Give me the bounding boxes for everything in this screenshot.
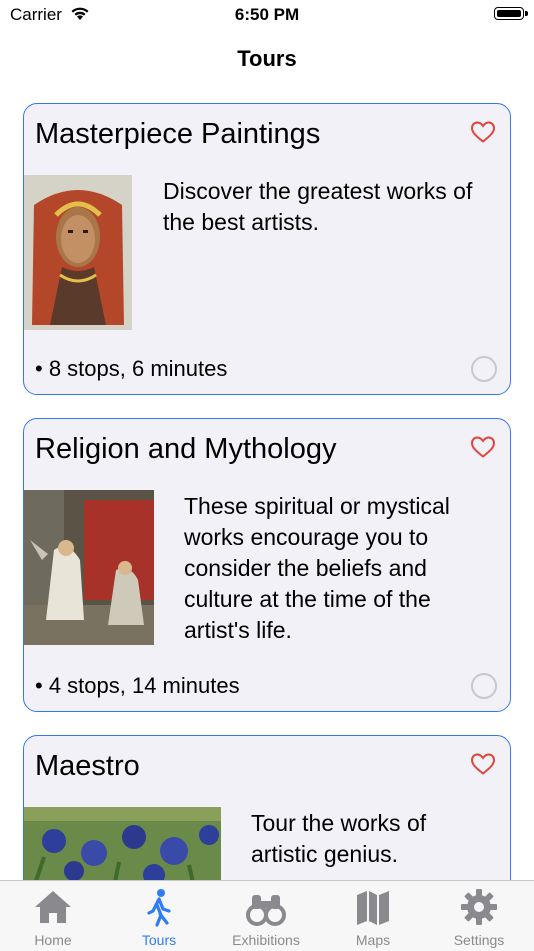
- walking-person-icon: [147, 889, 171, 927]
- tab-label: Maps: [355, 932, 391, 948]
- tour-card-masterpiece-paintings[interactable]: Masterpiece Paintings Discover the great…: [23, 103, 511, 395]
- tour-card-religion-and-mythology[interactable]: Religion and Mythology These spiritual o…: [23, 418, 511, 712]
- binoculars-icon: [246, 895, 286, 926]
- clock: 6:50 PM: [234, 5, 300, 24]
- tour-description: Tour the works of artistic genius.: [251, 810, 427, 867]
- status-bar: Carrier 6:50 PM: [0, 0, 534, 32]
- heart-outline-icon[interactable]: [470, 120, 496, 144]
- tab-label: Tours: [141, 932, 177, 948]
- tour-title: Religion and Mythology: [35, 433, 337, 465]
- tour-description: Discover the greatest works of the best …: [163, 178, 473, 235]
- tour-description: These spiritual or mystical works encour…: [184, 493, 450, 643]
- tour-meta: • 4 stops, 14 minutes: [35, 673, 240, 698]
- tab-label: Exhibitions: [232, 932, 300, 948]
- tour-title: Maestro: [35, 750, 140, 782]
- map-icon: [357, 891, 389, 925]
- tour-thumbnail: [24, 175, 132, 330]
- heart-outline-icon[interactable]: [470, 752, 496, 776]
- tab-tours[interactable]: Tours: [106, 881, 212, 951]
- page-title: Tours: [237, 46, 297, 71]
- tab-bar: Home Tours Exhibitions Maps Settings: [0, 880, 534, 951]
- tab-home[interactable]: Home: [0, 881, 106, 951]
- house-icon: [35, 891, 71, 923]
- tab-exhibitions[interactable]: Exhibitions: [213, 881, 319, 951]
- tab-label: Settings: [453, 932, 505, 948]
- tour-title: Masterpiece Paintings: [35, 118, 321, 150]
- tour-thumbnail: [24, 807, 221, 887]
- completion-radio[interactable]: [471, 356, 497, 382]
- gear-icon: [461, 889, 497, 925]
- tab-label: Home: [34, 932, 72, 948]
- battery-icon: [494, 7, 528, 20]
- tour-thumbnail: [24, 490, 154, 645]
- heart-outline-icon[interactable]: [470, 435, 496, 459]
- completion-radio[interactable]: [471, 673, 497, 699]
- tab-settings[interactable]: Settings: [426, 881, 532, 951]
- tab-maps[interactable]: Maps: [320, 881, 426, 951]
- tour-meta: • 8 stops, 6 minutes: [35, 356, 228, 381]
